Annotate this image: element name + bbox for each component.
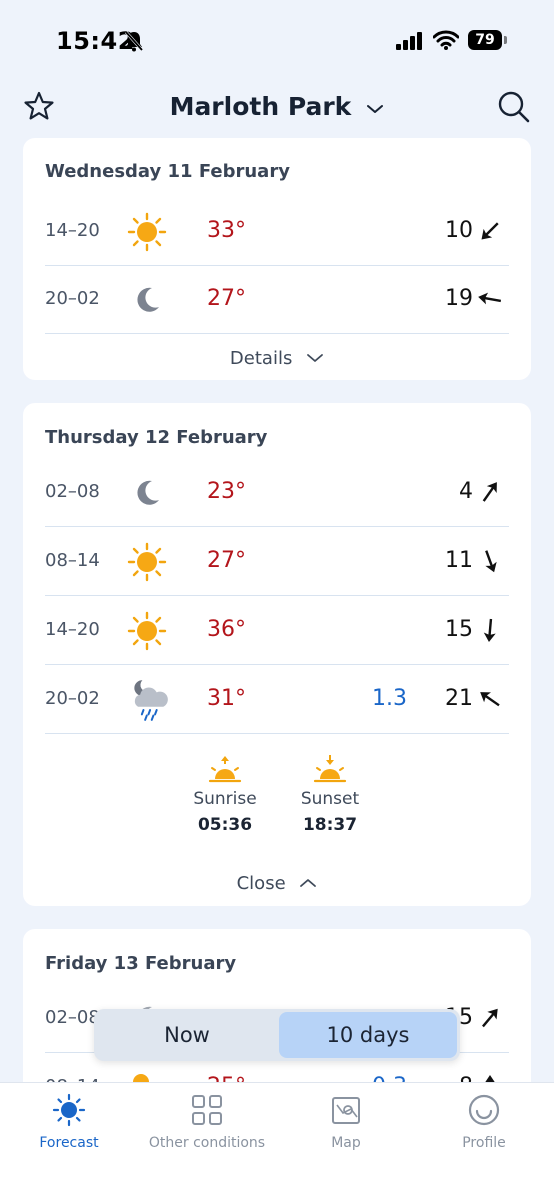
row-divider <box>45 595 509 596</box>
day-heading: Wednesday 11 February <box>45 161 290 182</box>
app-header: Marloth Park <box>0 80 554 136</box>
view-segmented-control: Now 10 days <box>94 1009 460 1061</box>
wind-direction-arrow-icon <box>482 1008 498 1028</box>
forecast-row[interactable]: 02–08 23° 4 <box>45 459 509 527</box>
moon-icon <box>137 480 159 505</box>
row-divider <box>45 333 509 334</box>
wind-direction-arrow-icon <box>483 618 496 642</box>
status-bar: 15:42 79 <box>0 0 554 80</box>
day-card-wednesday: Wednesday 11 February 14–20 33° 10 20–02… <box>23 138 531 380</box>
battery-tip <box>504 36 507 44</box>
forecast-row[interactable]: 20–02 31° 1.3 21 <box>45 666 509 734</box>
wind-speed-value: 11 <box>445 548 473 573</box>
wind-speed-value: 19 <box>445 286 473 311</box>
details-toggle[interactable]: Details <box>23 348 531 369</box>
tab-map[interactable]: Map <box>276 1093 416 1151</box>
period-label: 14–20 <box>45 220 100 241</box>
sunset-icon <box>313 755 347 783</box>
precipitation-value: 1.3 <box>372 686 407 711</box>
period-label: 20–02 <box>45 688 100 709</box>
forecast-row[interactable]: 14–20 36° 15 <box>45 597 509 665</box>
wind-direction-arrow-icon <box>482 482 497 502</box>
details-label: Details <box>229 348 293 369</box>
row-divider <box>45 526 509 527</box>
temperature-value: 31° <box>207 686 246 711</box>
day-heading: Thursday 12 February <box>45 427 268 448</box>
wind-speed-value: 21 <box>445 686 473 711</box>
forecast-row[interactable]: 14–20 33° 10 <box>45 198 509 266</box>
tab-label: Forecast <box>39 1135 99 1151</box>
chevron-down-icon <box>367 104 384 113</box>
map-icon <box>332 1097 360 1124</box>
temperature-value: 36° <box>207 617 246 642</box>
tab-other-conditions[interactable]: Other conditions <box>137 1093 277 1151</box>
chevron-down-icon <box>307 353 323 362</box>
sun-icon <box>127 212 167 252</box>
sunrise-info: Sunrise 05:36 <box>180 755 270 835</box>
sunrise-icon <box>208 756 242 783</box>
tab-forecast[interactable]: Forecast <box>0 1093 139 1151</box>
period-label: 08–14 <box>45 550 100 571</box>
wind-direction-arrow-icon <box>480 692 500 707</box>
sunset-time: 18:37 <box>302 815 358 835</box>
moon-icon <box>137 287 159 312</box>
day-card-thursday: Thursday 12 February 02–08 23° 4 08–14 2… <box>23 403 531 906</box>
tab-label: Other conditions <box>148 1135 266 1151</box>
period-label: 14–20 <box>45 619 100 640</box>
period-label: 20–02 <box>45 288 100 309</box>
moon-cloud-rain-icon <box>134 680 168 721</box>
forecast-row[interactable]: 08–14 27° 11 <box>45 528 509 596</box>
sunset-info: Sunset 18:37 <box>285 755 375 835</box>
segment-now[interactable]: Now <box>97 1012 277 1058</box>
sunrise-time: 05:36 <box>197 815 253 835</box>
wind-direction-arrow-icon <box>485 550 497 573</box>
wind-speed-value: 4 <box>459 479 473 504</box>
location-title: Marloth Park <box>169 92 352 121</box>
sunset-label: Sunset <box>300 789 360 809</box>
wifi-icon <box>433 30 459 50</box>
temperature-value: 23° <box>207 479 246 504</box>
tab-profile[interactable]: Profile <box>414 1093 554 1151</box>
wind-speed-value: 15 <box>445 617 473 642</box>
segment-10-days[interactable]: 10 days <box>279 1012 457 1058</box>
forecast-row[interactable]: 20–02 27° 19 <box>45 266 509 334</box>
grid-icon <box>192 1095 222 1125</box>
bottom-tab-bar: Forecast Other conditions Map Profile <box>0 1082 554 1201</box>
row-divider <box>45 664 509 665</box>
temperature-value: 27° <box>207 548 246 573</box>
sun-icon <box>127 542 167 582</box>
close-label: Close <box>236 873 286 894</box>
chevron-up-icon <box>300 878 317 887</box>
row-divider <box>45 733 509 734</box>
battery-indicator: 79 <box>468 30 502 50</box>
cellular-signal-icon <box>396 32 422 50</box>
period-label: 02–08 <box>45 1007 100 1028</box>
sun-icon <box>127 611 167 651</box>
location-selector[interactable]: Marloth Park <box>0 92 554 121</box>
wind-direction-arrow-icon <box>481 222 499 240</box>
search-icon[interactable] <box>497 90 531 124</box>
smiley-icon <box>468 1094 500 1126</box>
sun-icon <box>52 1093 86 1127</box>
day-heading: Friday 13 February <box>45 953 237 974</box>
temperature-value: 33° <box>207 218 246 243</box>
wind-direction-arrow-icon <box>478 292 502 305</box>
sunrise-label: Sunrise <box>193 789 257 809</box>
close-toggle[interactable]: Close <box>23 873 531 894</box>
period-label: 02–08 <box>45 481 100 502</box>
bell-muted-icon <box>124 31 144 52</box>
tab-label: Map <box>331 1135 361 1151</box>
temperature-value: 27° <box>207 286 246 311</box>
tab-label: Profile <box>462 1135 506 1151</box>
wind-speed-value: 10 <box>445 218 473 243</box>
